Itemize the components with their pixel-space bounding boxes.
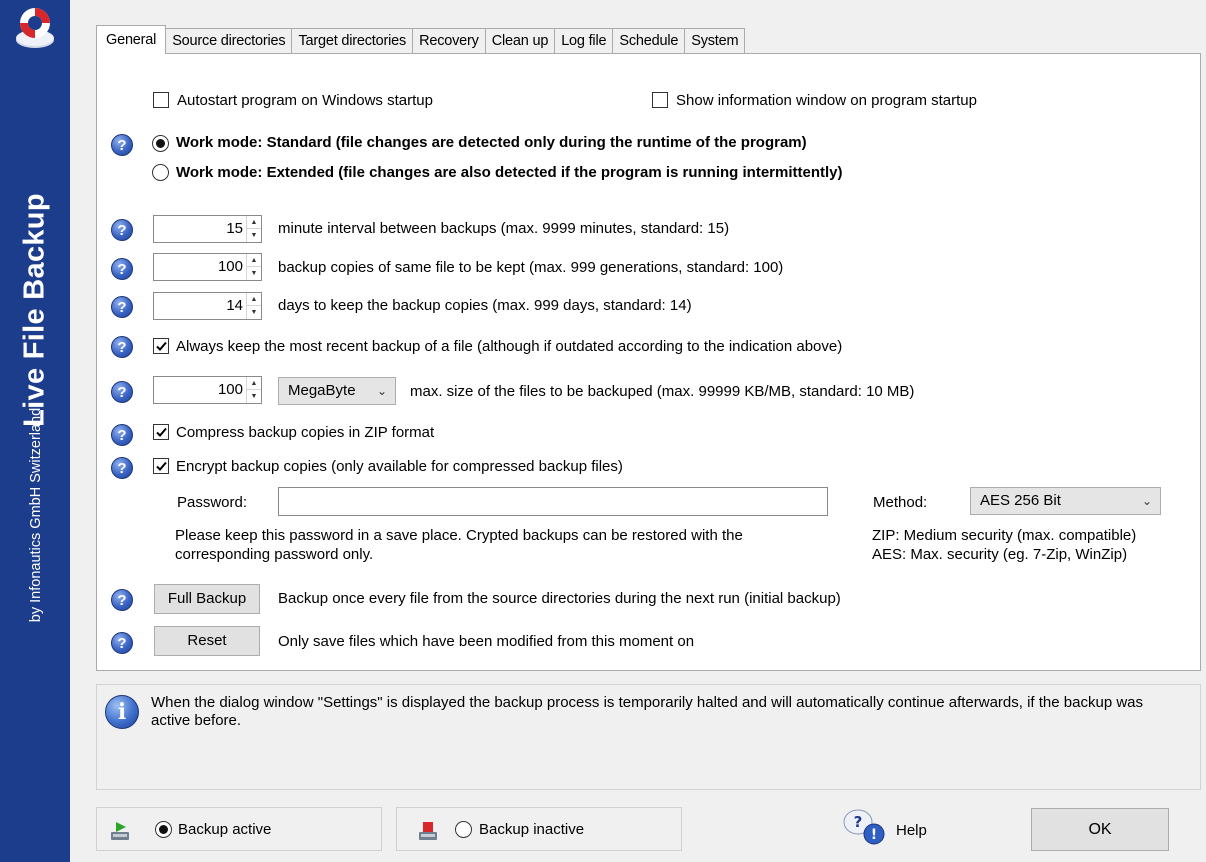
help-icon[interactable]: ? [111,258,133,280]
chevron-down-icon: ⌄ [1141,494,1152,508]
method-note-aes: AES: Max. security (eg. 7-Zip, WinZip) [872,546,1128,563]
spin-down-icon[interactable]: ▼ [247,390,261,403]
tab-recovery[interactable]: Recovery [412,28,486,54]
encryption-method-select[interactable]: AES 256 Bit ⌄ [970,487,1161,515]
copies-label: backup copies of same file to be kept (m… [278,259,784,276]
settings-tabs: General Source directories Target direct… [96,25,746,54]
interval-spin-buttons[interactable]: ▲ ▼ [246,216,261,242]
tab-clean-up[interactable]: Clean up [484,28,556,54]
checkmark-icon [155,427,167,437]
interval-value: 15 [226,220,243,237]
backup-inactive-radio[interactable] [455,821,472,838]
help-bubble-icon: ? ! [843,809,885,845]
maxsize-unit-value: MegaByte [288,382,356,399]
autostart-label: Autostart program on Windows startup [177,92,433,109]
help-icon[interactable]: ? [111,296,133,318]
checkmark-icon [155,461,167,471]
maxsize-unit-select[interactable]: MegaByte ⌄ [278,377,396,405]
workmode-standard-radio[interactable] [152,135,169,152]
encrypt-checkbox[interactable] [153,458,169,474]
general-panel: Autostart program on Windows startup Sho… [96,53,1201,671]
tab-schedule[interactable]: Schedule [612,28,686,54]
interval-stepper[interactable]: 15 ▲ ▼ [153,215,262,243]
method-value: AES 256 Bit [980,492,1061,509]
spin-up-icon[interactable]: ▲ [247,377,261,390]
copies-stepper[interactable]: 100 ▲ ▼ [153,253,262,281]
compress-label: Compress backup copies in ZIP format [176,424,435,441]
autostart-checkbox[interactable] [153,92,169,108]
backup-inactive-box: Backup inactive [396,807,682,851]
encrypt-label: Encrypt backup copies (only available fo… [176,458,623,475]
tab-target-directories[interactable]: Target directories [291,28,414,54]
lifebuoy-logo-icon [16,8,54,48]
show-info-window-label: Show information window on program start… [676,92,977,109]
password-note-line2: corresponding password only. [175,546,374,563]
chevron-down-icon: ⌄ [376,384,387,398]
backup-active-radio[interactable] [155,821,172,838]
help-icon[interactable]: ? [111,134,133,156]
days-label: days to keep the backup copies (max. 999… [278,297,692,314]
show-info-window-checkbox[interactable] [652,92,668,108]
compress-checkbox[interactable] [153,424,169,440]
reset-description: Only save files which have been modified… [278,633,695,650]
keep-recent-checkbox[interactable] [153,338,169,354]
method-label: Method: [873,494,928,511]
spin-down-icon[interactable]: ▼ [247,267,261,280]
backup-inactive-icon [419,822,437,840]
password-label: Password: [177,494,248,511]
tab-system[interactable]: System [684,28,746,54]
backup-active-label: Backup active [178,821,272,838]
tab-source-directories[interactable]: Source directories [165,28,293,54]
svg-text:?: ? [854,813,863,831]
days-spin-buttons[interactable]: ▲ ▼ [246,293,261,319]
help-icon[interactable]: ? [111,457,133,479]
help-icon[interactable]: ? [111,589,133,611]
full-backup-button[interactable]: Full Backup [154,584,260,614]
workmode-standard-label: Work mode: Standard (file changes are de… [176,134,807,151]
maxsize-label: max. size of the files to be backuped (m… [410,383,915,400]
days-value: 14 [226,297,243,314]
copies-spin-buttons[interactable]: ▲ ▼ [246,254,261,280]
info-icon: i [105,695,139,729]
workmode-extended-label: Work mode: Extended (file changes are al… [176,164,843,181]
help-icon[interactable]: ? [111,424,133,446]
brand-sidebar: Live File Backup by Infonautics GmbH Swi… [0,0,70,862]
info-panel: i When the dialog window "Settings" is d… [96,684,1201,790]
method-note-zip: ZIP: Medium security (max. compatible) [872,527,1137,544]
checkmark-icon [155,341,167,351]
help-icon[interactable]: ? [111,381,133,403]
backup-active-box: Backup active [96,807,382,851]
help-icon: ? [111,219,133,241]
help-label: Help [896,822,927,839]
tab-general[interactable]: General [96,25,167,54]
maxsize-spin-buttons[interactable]: ▲ ▼ [246,377,261,403]
maxsize-stepper[interactable]: 100 ▲ ▼ [153,376,262,404]
help-icon[interactable]: ? [111,632,133,654]
password-field[interactable] [278,487,828,516]
password-note-line1: Please keep this password in a save plac… [175,527,743,544]
backup-inactive-label: Backup inactive [479,821,585,838]
full-backup-description: Backup once every file from the source d… [278,590,841,607]
help-icon[interactable]: ? [111,336,133,358]
help-button[interactable]: ? ! Help [842,806,942,852]
reset-button[interactable]: Reset [154,626,260,656]
spin-up-icon[interactable]: ▲ [247,216,261,229]
spin-up-icon[interactable]: ▲ [247,254,261,267]
ok-button[interactable]: OK [1031,808,1169,851]
maxsize-value: 100 [217,381,243,398]
workmode-extended-radio[interactable] [152,164,169,181]
spin-up-icon[interactable]: ▲ [247,293,261,306]
days-stepper[interactable]: 14 ▲ ▼ [153,292,262,320]
backup-active-icon [111,822,129,840]
interval-label: minute interval between backups (max. 99… [278,220,730,237]
info-message: When the dialog window "Settings" is dis… [151,694,1143,729]
keep-recent-label: Always keep the most recent backup of a … [176,338,843,355]
brand-title: Live File Backup [18,193,51,427]
brand-subtitle: by Infonautics GmbH Switzerland [28,407,44,623]
spin-down-icon[interactable]: ▼ [247,229,261,242]
svg-text:!: ! [871,827,877,843]
tab-log-file[interactable]: Log file [554,28,614,54]
spin-down-icon[interactable]: ▼ [247,306,261,319]
copies-value: 100 [217,258,243,275]
